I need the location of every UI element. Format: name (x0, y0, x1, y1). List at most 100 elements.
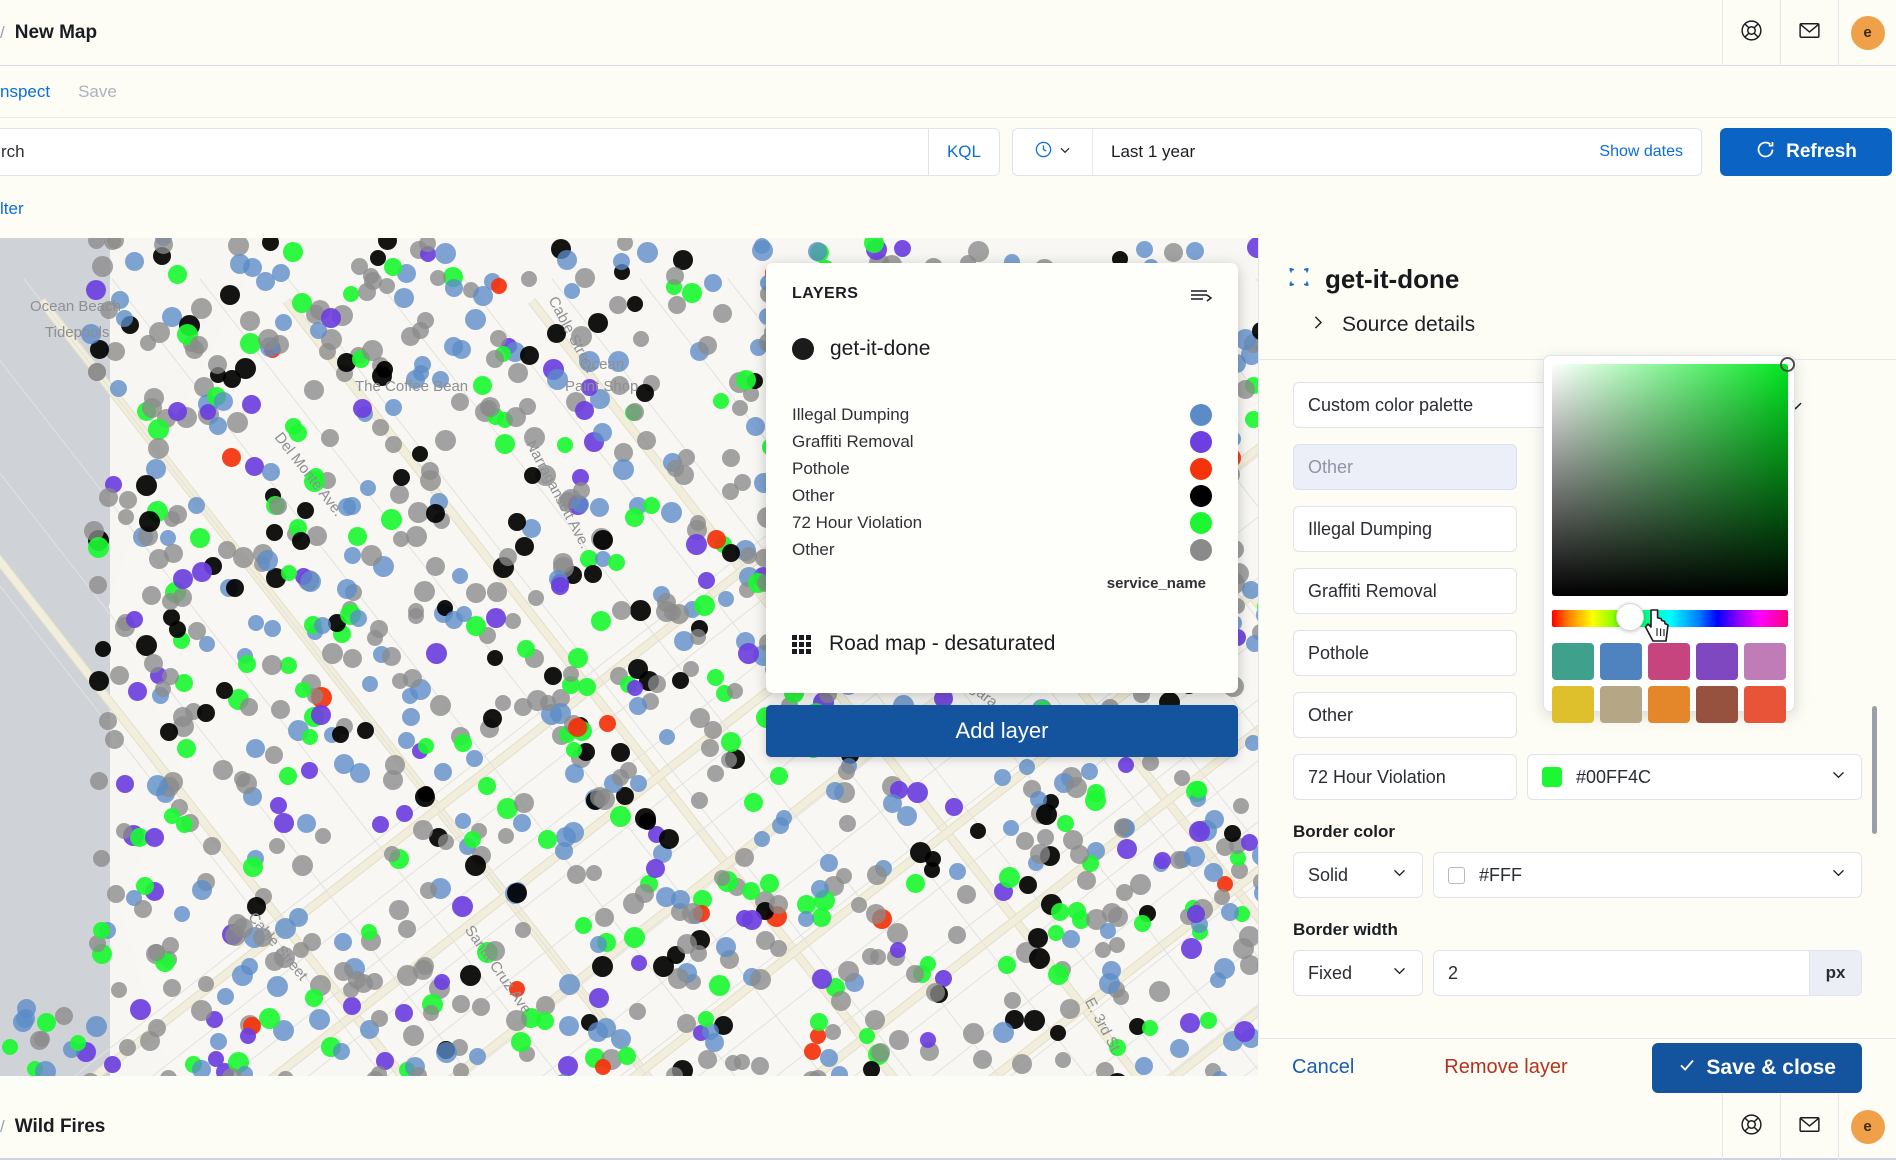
map-data-point[interactable] (147, 775, 168, 796)
map-data-point[interactable] (208, 355, 227, 374)
map-data-point[interactable] (698, 1050, 717, 1069)
map-data-point[interactable] (213, 760, 233, 780)
color-swatch[interactable] (1744, 686, 1786, 723)
map-data-point[interactable] (37, 1013, 56, 1032)
map-data-point[interactable] (1060, 999, 1080, 1019)
map-data-point[interactable] (750, 969, 771, 990)
map-data-point[interactable] (168, 265, 187, 284)
map-data-point[interactable] (322, 643, 343, 664)
map-data-point[interactable] (629, 697, 647, 715)
map-data-point[interactable] (164, 808, 180, 824)
map-data-point[interactable] (162, 668, 179, 685)
map-data-point[interactable] (1095, 942, 1111, 958)
map-data-point[interactable] (716, 937, 736, 957)
map-data-point[interactable] (384, 846, 400, 862)
map-data-point[interactable] (657, 593, 676, 612)
map-data-point[interactable] (865, 1010, 885, 1030)
map-data-point[interactable] (228, 238, 249, 256)
border-color-type-select[interactable]: Solid (1293, 852, 1423, 898)
map-data-point[interactable] (190, 528, 210, 548)
map-data-point[interactable] (528, 590, 544, 606)
category-name-input[interactable]: Graffiti Removal (1293, 568, 1517, 614)
map-data-point[interactable] (520, 346, 539, 365)
map-data-point[interactable] (483, 709, 502, 728)
map-data-point[interactable] (734, 474, 751, 491)
layer-list-item[interactable]: get-it-done (792, 337, 1212, 361)
date-range-picker[interactable]: Last 1 year Show dates (1012, 128, 1702, 176)
map-data-point[interactable] (1184, 846, 1205, 867)
map-data-point[interactable] (203, 837, 221, 855)
map-data-point[interactable] (487, 582, 507, 602)
map-data-point[interactable] (970, 823, 986, 839)
map-data-point[interactable] (191, 298, 212, 319)
map-data-point[interactable] (811, 880, 829, 898)
map-data-point[interactable] (445, 279, 463, 297)
map-data-point[interactable] (678, 449, 695, 466)
nav-inspect[interactable]: nspect (0, 82, 50, 102)
map-data-point[interactable] (613, 253, 630, 270)
map-data-point[interactable] (725, 1055, 741, 1071)
map-data-point[interactable] (333, 1043, 350, 1060)
map-data-point[interactable] (627, 296, 643, 312)
map-data-point[interactable] (452, 995, 470, 1013)
map-data-point[interactable] (348, 971, 366, 989)
map-data-point[interactable] (666, 267, 684, 285)
map-data-point[interactable] (609, 296, 627, 314)
map-data-point[interactable] (635, 884, 654, 903)
map-data-point[interactable] (302, 729, 318, 745)
map-data-point[interactable] (142, 398, 162, 418)
map-data-point[interactable] (197, 704, 215, 722)
map-data-point[interactable] (86, 1016, 107, 1037)
map-data-point[interactable] (314, 617, 331, 634)
help-button[interactable] (1722, 1094, 1780, 1160)
map-data-point[interactable] (2, 1039, 18, 1055)
map-data-point[interactable] (1205, 810, 1224, 829)
map-data-point[interactable] (949, 863, 966, 880)
map-data-point[interactable] (381, 509, 402, 530)
map-data-point[interactable] (410, 1067, 427, 1076)
map-data-point[interactable] (808, 242, 827, 261)
map-data-point[interactable] (599, 715, 616, 732)
map-data-point[interactable] (659, 729, 675, 745)
map-data-point[interactable] (870, 949, 886, 965)
edit-panel-scrollbar[interactable] (1872, 706, 1877, 834)
help-button[interactable] (1722, 0, 1780, 66)
map-data-point[interactable] (265, 746, 283, 764)
map-data-point[interactable] (863, 1061, 880, 1076)
map-data-point[interactable] (838, 763, 855, 780)
map-data-point[interactable] (1108, 907, 1128, 927)
map-data-point[interactable] (209, 417, 227, 435)
map-data-point[interactable] (595, 1059, 611, 1075)
map-data-point[interactable] (721, 752, 737, 768)
user-avatar-button[interactable]: e (1838, 1094, 1896, 1160)
map-data-point[interactable] (1024, 1010, 1045, 1031)
map-data-point[interactable] (1062, 930, 1080, 948)
map-data-point[interactable] (590, 936, 607, 953)
map-data-point[interactable] (200, 404, 216, 420)
map-data-point[interactable] (486, 608, 506, 628)
map-data-point[interactable] (343, 286, 359, 302)
map-data-point[interactable] (382, 647, 401, 666)
map-data-point[interactable] (321, 429, 339, 447)
map-data-point[interactable] (210, 1033, 227, 1050)
map-data-point[interactable] (126, 611, 143, 628)
map-data-point[interactable] (668, 296, 686, 314)
map-data-point[interactable] (188, 622, 206, 640)
map-data-point[interactable] (624, 927, 645, 948)
map-data-point[interactable] (907, 782, 928, 803)
map-data-point[interactable] (305, 989, 323, 1007)
map-data-point[interactable] (487, 650, 503, 666)
map-data-point[interactable] (558, 1056, 578, 1076)
category-name-input[interactable]: Other (1293, 692, 1517, 738)
hue-slider[interactable] (1552, 610, 1788, 627)
map-data-point[interactable] (567, 865, 586, 884)
map-data-point[interactable] (1236, 380, 1255, 399)
map-data-point[interactable] (1109, 937, 1125, 953)
map-data-point[interactable] (465, 309, 486, 330)
show-dates-button[interactable]: Show dates (1599, 143, 1701, 161)
map-data-point[interactable] (452, 568, 468, 584)
map-data-point[interactable] (517, 640, 535, 658)
map-data-point[interactable] (246, 739, 265, 758)
map-data-point[interactable] (707, 765, 724, 782)
map-data-point[interactable] (262, 655, 282, 675)
